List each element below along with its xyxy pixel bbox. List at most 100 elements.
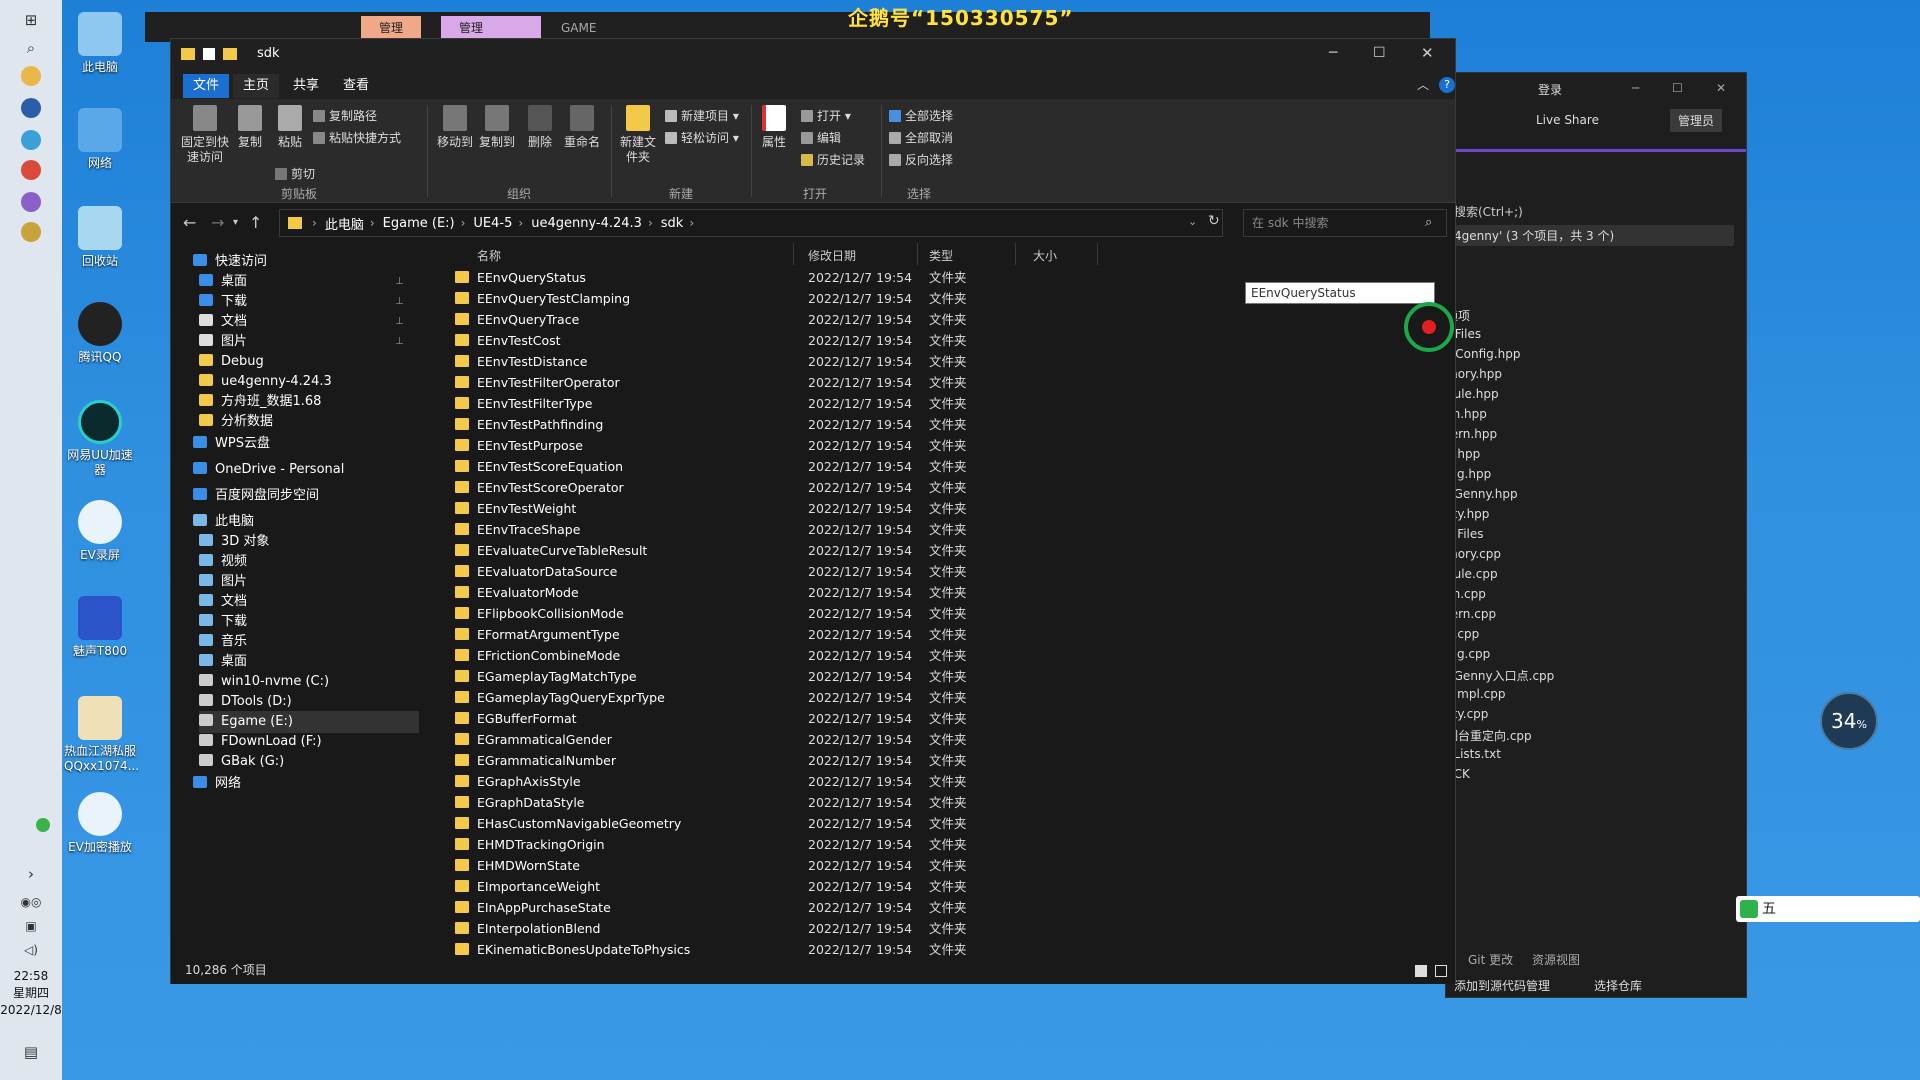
add-to-source-control[interactable]: 添加到源代码管理 bbox=[1454, 977, 1550, 994]
properties-icon[interactable] bbox=[203, 48, 215, 60]
file-row[interactable]: EGameplayTagQueryExprType 2022/12/7 19:54… bbox=[433, 687, 1443, 708]
network-speed-widget[interactable]: 34% bbox=[1820, 692, 1878, 750]
file-row[interactable]: EEnvTestWeight 2022/12/7 19:54 文件夹 bbox=[433, 498, 1443, 519]
nav-network[interactable]: 网络 bbox=[193, 773, 241, 795]
nav-pc-item[interactable]: Egame (E:) bbox=[199, 711, 419, 733]
file-row[interactable]: EEnvTestPurpose 2022/12/7 19:54 文件夹 bbox=[433, 435, 1443, 456]
file-row[interactable]: EFlipbookCollisionMode 2022/12/7 19:54 文件夹 bbox=[433, 603, 1443, 624]
nav-pc-item[interactable]: DTools (D:) bbox=[199, 691, 292, 713]
up-arrow-icon[interactable]: ↑ bbox=[249, 213, 262, 232]
refresh-icon[interactable]: ↻ bbox=[1208, 213, 1220, 229]
search-icon[interactable]: ⌕ bbox=[1425, 215, 1432, 230]
copy-path-button[interactable]: 复制路径 bbox=[313, 107, 377, 124]
file-row[interactable]: EHasCustomNavigableGeometry 2022/12/7 19:… bbox=[433, 813, 1443, 834]
properties-button[interactable]: 属性 bbox=[757, 105, 791, 150]
file-row[interactable]: EGrammaticalGender 2022/12/7 19:54 文件夹 bbox=[433, 729, 1443, 750]
visual-studio-window[interactable]: 登录 ─ ☐ ✕ Live Share 管理员 搜索(Ctrl+;) 4genn… bbox=[1445, 72, 1747, 998]
nav-quick-item[interactable]: 下载 ⊥ bbox=[199, 291, 404, 313]
pin-icon[interactable]: ⊥ bbox=[395, 331, 404, 353]
tab-git-changes[interactable]: Git 更改 bbox=[1468, 951, 1513, 968]
desktop-icon-this-pc[interactable]: 此电脑 bbox=[64, 12, 136, 75]
nav-pc-item[interactable]: 3D 对象 bbox=[199, 531, 269, 553]
large-icons-view-icon[interactable] bbox=[1435, 965, 1447, 977]
nav-pc-item[interactable]: 桌面 bbox=[199, 651, 247, 673]
open-button[interactable]: 打开 ▾ bbox=[801, 107, 851, 124]
invert-selection-button[interactable]: 反向选择 bbox=[889, 151, 953, 168]
nav-quick-item[interactable]: 图片 ⊥ bbox=[199, 331, 404, 353]
file-row[interactable]: EInterpolationBlend 2022/12/7 19:54 文件夹 bbox=[433, 918, 1443, 939]
file-row[interactable]: EGraphAxisStyle 2022/12/7 19:54 文件夹 bbox=[433, 771, 1443, 792]
breadcrumb-ue4genny[interactable]: ue4genny-4.24.3 bbox=[531, 216, 642, 231]
nav-pc-item[interactable]: 文档 bbox=[199, 591, 247, 613]
file-row[interactable]: EFormatArgumentType 2022/12/7 19:54 文件夹 bbox=[433, 624, 1443, 645]
file-row[interactable]: EImportanceWeight 2022/12/7 19:54 文件夹 bbox=[433, 876, 1443, 897]
minimize-icon[interactable]: ─ bbox=[1329, 45, 1337, 61]
file-explorer-icon[interactable] bbox=[21, 66, 41, 86]
nav-quick-item[interactable]: Debug bbox=[199, 351, 264, 373]
nav-pc-item[interactable]: win10-nvme (C:) bbox=[199, 671, 329, 693]
file-explorer-window[interactable]: sdk ─ ☐ ✕ 文件 主页 共享 查看 ︿ ? 固定到快速访问 复制 粘贴 … bbox=[170, 38, 1456, 984]
pin-icon[interactable]: ⊥ bbox=[395, 271, 404, 293]
select-repo[interactable]: 选择仓库 bbox=[1594, 977, 1642, 994]
rename-button[interactable]: 重命名 bbox=[561, 105, 603, 150]
nav-pc-item[interactable]: 音乐 bbox=[199, 631, 247, 653]
chevron-right-icon[interactable]: › bbox=[370, 216, 375, 230]
vs-login[interactable]: 登录 bbox=[1538, 81, 1562, 98]
nav-quick-access[interactable]: 快速访问 bbox=[193, 251, 267, 273]
nav-pc-item[interactable]: 图片 bbox=[199, 571, 247, 593]
minimize-icon[interactable]: ─ bbox=[1632, 81, 1639, 95]
tab-resource-view[interactable]: 资源视图 bbox=[1532, 951, 1580, 968]
file-row[interactable]: EEvaluatorDataSource 2022/12/7 19:54 文件夹 bbox=[433, 561, 1443, 582]
chevron-right-icon[interactable]: › bbox=[648, 216, 653, 230]
file-row[interactable]: EEnvQueryTrace 2022/12/7 19:54 文件夹 bbox=[433, 309, 1443, 330]
breadcrumb-this-pc[interactable]: 此电脑 bbox=[325, 214, 364, 233]
maximize-icon[interactable]: ☐ bbox=[1672, 81, 1683, 95]
clock[interactable]: 22:58 星期四 2022/12/8 bbox=[0, 968, 62, 1019]
app-icon[interactable] bbox=[21, 98, 41, 118]
new-folder-icon[interactable] bbox=[223, 48, 237, 60]
history-button[interactable]: 历史记录 bbox=[801, 151, 865, 168]
browser-icon[interactable] bbox=[21, 160, 41, 180]
file-row[interactable]: EEnvTestFilterType 2022/12/7 19:54 文件夹 bbox=[433, 393, 1443, 414]
breadcrumb-drive[interactable]: Egame (E:) bbox=[383, 216, 455, 231]
file-row[interactable]: EGrammaticalNumber 2022/12/7 19:54 文件夹 bbox=[433, 750, 1443, 771]
notification-icon[interactable]: ▤ bbox=[19, 1040, 43, 1064]
solution-tree-item[interactable]: 4Genny入口点.cpp bbox=[1446, 667, 1554, 684]
file-row[interactable]: EInAppPurchaseState 2022/12/7 19:54 文件夹 bbox=[433, 897, 1443, 918]
file-row[interactable]: EEnvTestScoreOperator 2022/12/7 19:54 文件夹 bbox=[433, 477, 1443, 498]
breadcrumb-ue45[interactable]: UE4-5 bbox=[473, 216, 512, 231]
nav-wps[interactable]: WPS云盘 bbox=[193, 433, 270, 455]
file-row[interactable]: EEnvTestDistance 2022/12/7 19:54 文件夹 bbox=[433, 351, 1443, 372]
desktop-icon-uu[interactable]: 网易UU加速器 bbox=[64, 400, 136, 478]
file-row[interactable]: EGBufferFormat 2022/12/7 19:54 文件夹 bbox=[433, 708, 1443, 729]
close-icon[interactable]: ✕ bbox=[1421, 44, 1434, 62]
maximize-icon[interactable]: ☐ bbox=[1373, 45, 1386, 61]
network-icon[interactable]: ▣ bbox=[19, 914, 43, 938]
file-row[interactable]: EEnvTraceShape 2022/12/7 19:54 文件夹 bbox=[433, 519, 1443, 540]
nav-quick-item[interactable]: 桌面 ⊥ bbox=[199, 271, 404, 293]
forward-arrow-icon[interactable]: → bbox=[211, 213, 224, 232]
file-row[interactable]: EEnvTestCost 2022/12/7 19:54 文件夹 bbox=[433, 330, 1443, 351]
recent-chevron-icon[interactable]: ▾ bbox=[233, 217, 238, 228]
chevron-right-icon[interactable]: › bbox=[312, 216, 317, 230]
delete-button[interactable]: 删除 bbox=[523, 105, 557, 150]
nav-quick-item[interactable]: 方舟班_数据1.68 bbox=[199, 391, 321, 413]
ime-toolbar[interactable]: 五 bbox=[1736, 896, 1920, 922]
desktop-icon-qq[interactable]: 腾讯QQ bbox=[64, 302, 136, 365]
chevron-up-icon[interactable]: ︿ bbox=[1417, 76, 1429, 93]
breadcrumb-sdk[interactable]: sdk bbox=[661, 216, 684, 231]
file-row[interactable]: EHMDWornState 2022/12/7 19:54 文件夹 bbox=[433, 855, 1443, 876]
copy-button[interactable]: 复制 bbox=[233, 105, 267, 150]
file-row[interactable]: EKinematicBonesUpdateToPhysics 2022/12/7 … bbox=[433, 939, 1443, 957]
search-icon[interactable]: ⌕ bbox=[19, 36, 43, 60]
nav-pc-item[interactable]: FDownLoad (F:) bbox=[199, 731, 322, 753]
tab-manage-1[interactable]: 管理 bbox=[361, 16, 422, 40]
file-row[interactable]: EGameplayTagMatchType 2022/12/7 19:54 文件夹 bbox=[433, 666, 1443, 687]
solution-search[interactable]: 搜索(Ctrl+;) bbox=[1454, 203, 1523, 220]
notepad-icon[interactable] bbox=[21, 222, 41, 242]
tab-manage-2[interactable]: 管理 bbox=[441, 16, 541, 40]
chevron-right-icon[interactable]: › bbox=[461, 216, 466, 230]
volume-icon[interactable]: ◁) bbox=[19, 938, 43, 962]
tab-home[interactable]: 主页 bbox=[233, 74, 279, 98]
solution-tree-item[interactable]: GConfig.hpp bbox=[1446, 347, 1520, 361]
